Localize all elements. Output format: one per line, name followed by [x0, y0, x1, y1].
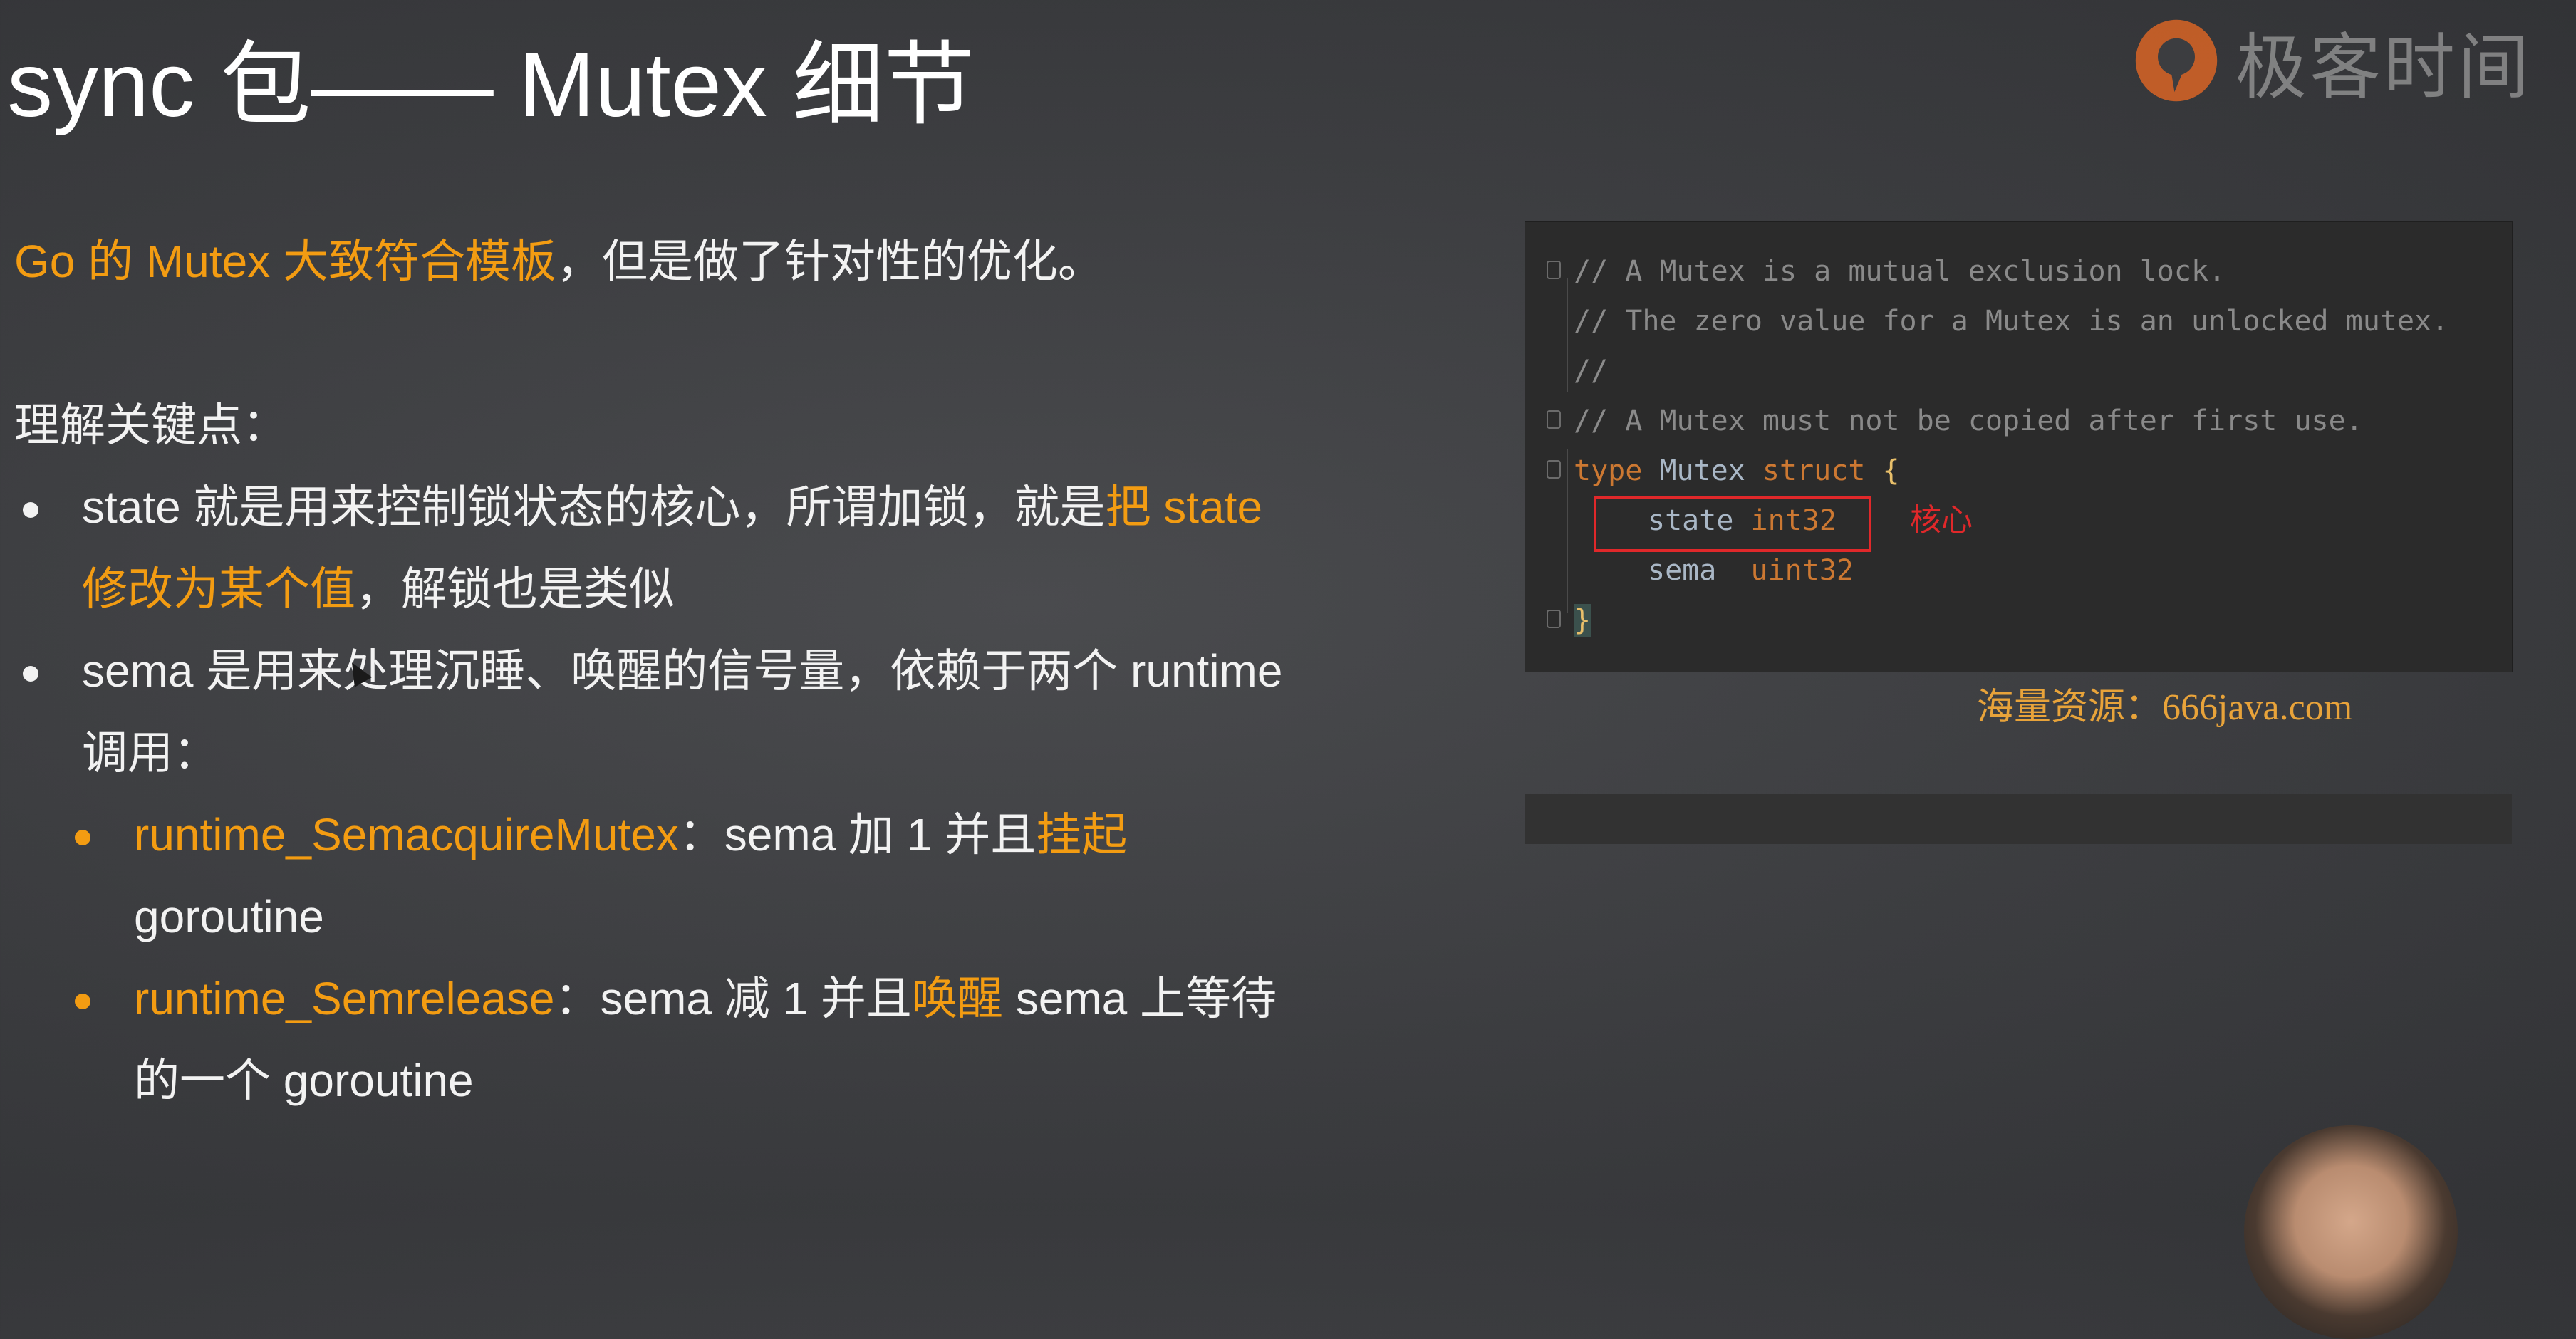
code-comment-line: // A Mutex is a mutual exclusion lock.: [1574, 255, 2226, 288]
fold-marker-icon[interactable]: [1547, 460, 1561, 479]
bullet-state-text: state 就是用来控制锁状态的核心，所谓加锁，就是: [82, 481, 1106, 533]
fold-marker-icon[interactable]: [1547, 410, 1561, 429]
code-block: // A Mutex is a mutual exclusion lock. /…: [1525, 221, 2513, 844]
geektime-logo-icon: [2135, 19, 2218, 102]
semacquire-highlight: 挂起: [1036, 809, 1128, 860]
sub-bullet-semacquire: runtime_SemacquireMutex：sema 加 1 并且挂起 go…: [14, 794, 1311, 958]
state-highlight-box: [1594, 496, 1871, 552]
core-annotation: 核心: [1910, 503, 1973, 538]
slide-content: Go 的 Mutex 大致符合模板，但是做了针对性的优化。 理解关键点： sta…: [14, 221, 1311, 1122]
code-type-decl: type Mutex struct {: [1574, 446, 1900, 496]
intro-highlight: Go 的 Mutex 大致符合模板: [14, 236, 556, 287]
semrelease-mid: ：sema 减 1 并且: [554, 973, 912, 1024]
field-sema-type: uint32: [1750, 554, 1854, 587]
sub-bullet-semrelease: runtime_Semrelease：sema 减 1 并且唤醒 sema 上等…: [14, 958, 1311, 1122]
semrelease-highlight: 唤醒: [911, 973, 1003, 1024]
keyword-struct: struct: [1762, 454, 1866, 487]
semacquire-name: runtime_SemacquireMutex: [134, 809, 679, 860]
slide-title: sync 包—— Mutex 细节: [7, 34, 975, 136]
bullet-state-end: ，解锁也是类似: [355, 563, 675, 615]
bullet-sema-text: sema 是用来处理沉睡、唤醒的信号量，依赖于两个 runtime 调用：: [82, 645, 1283, 778]
open-brace: {: [1882, 454, 1900, 487]
code-close-line: }: [1574, 595, 1591, 645]
key-points-heading: 理解关键点：: [14, 400, 288, 451]
field-sema-name: sema: [1648, 554, 1717, 587]
code-field-sema: sema uint32: [1648, 546, 1854, 595]
close-brace: }: [1574, 604, 1591, 637]
intro-paragraph: Go 的 Mutex 大致符合模板，但是做了针对性的优化。: [14, 221, 1311, 303]
code-comment-line: // A Mutex must not be copied after firs…: [1574, 405, 2363, 437]
semacquire-mid: ：sema 加 1 并且: [678, 809, 1037, 860]
semrelease-name: runtime_Semrelease: [134, 973, 555, 1024]
watermark-text: 海量资源：666java.com: [1977, 687, 2353, 728]
geektime-logo: 极客时间: [2130, 7, 2532, 114]
presenter-avatar: [2244, 1125, 2458, 1339]
current-line-highlight: [1525, 794, 2512, 844]
bullet-state: state 就是用来控制锁状态的核心，所谓加锁，就是把 state 修改为某个值…: [14, 467, 1311, 630]
fold-marker-icon[interactable]: [1547, 261, 1561, 279]
semacquire-end: goroutine: [134, 891, 324, 942]
logo-text: 极客时间: [2235, 27, 2532, 108]
code-comment-line: //: [1574, 355, 1609, 387]
code-comment-line: // The zero value for a Mutex is an unlo…: [1574, 305, 2449, 338]
keyword-type: type: [1574, 454, 1643, 487]
bullet-sema: sema 是用来处理沉睡、唤醒的信号量，依赖于两个 runtime 调用：: [14, 630, 1311, 794]
fold-marker-icon[interactable]: [1547, 610, 1561, 628]
intro-rest: ，但是做了针对性的优化。: [556, 236, 1103, 287]
type-name: Mutex: [1642, 454, 1762, 487]
